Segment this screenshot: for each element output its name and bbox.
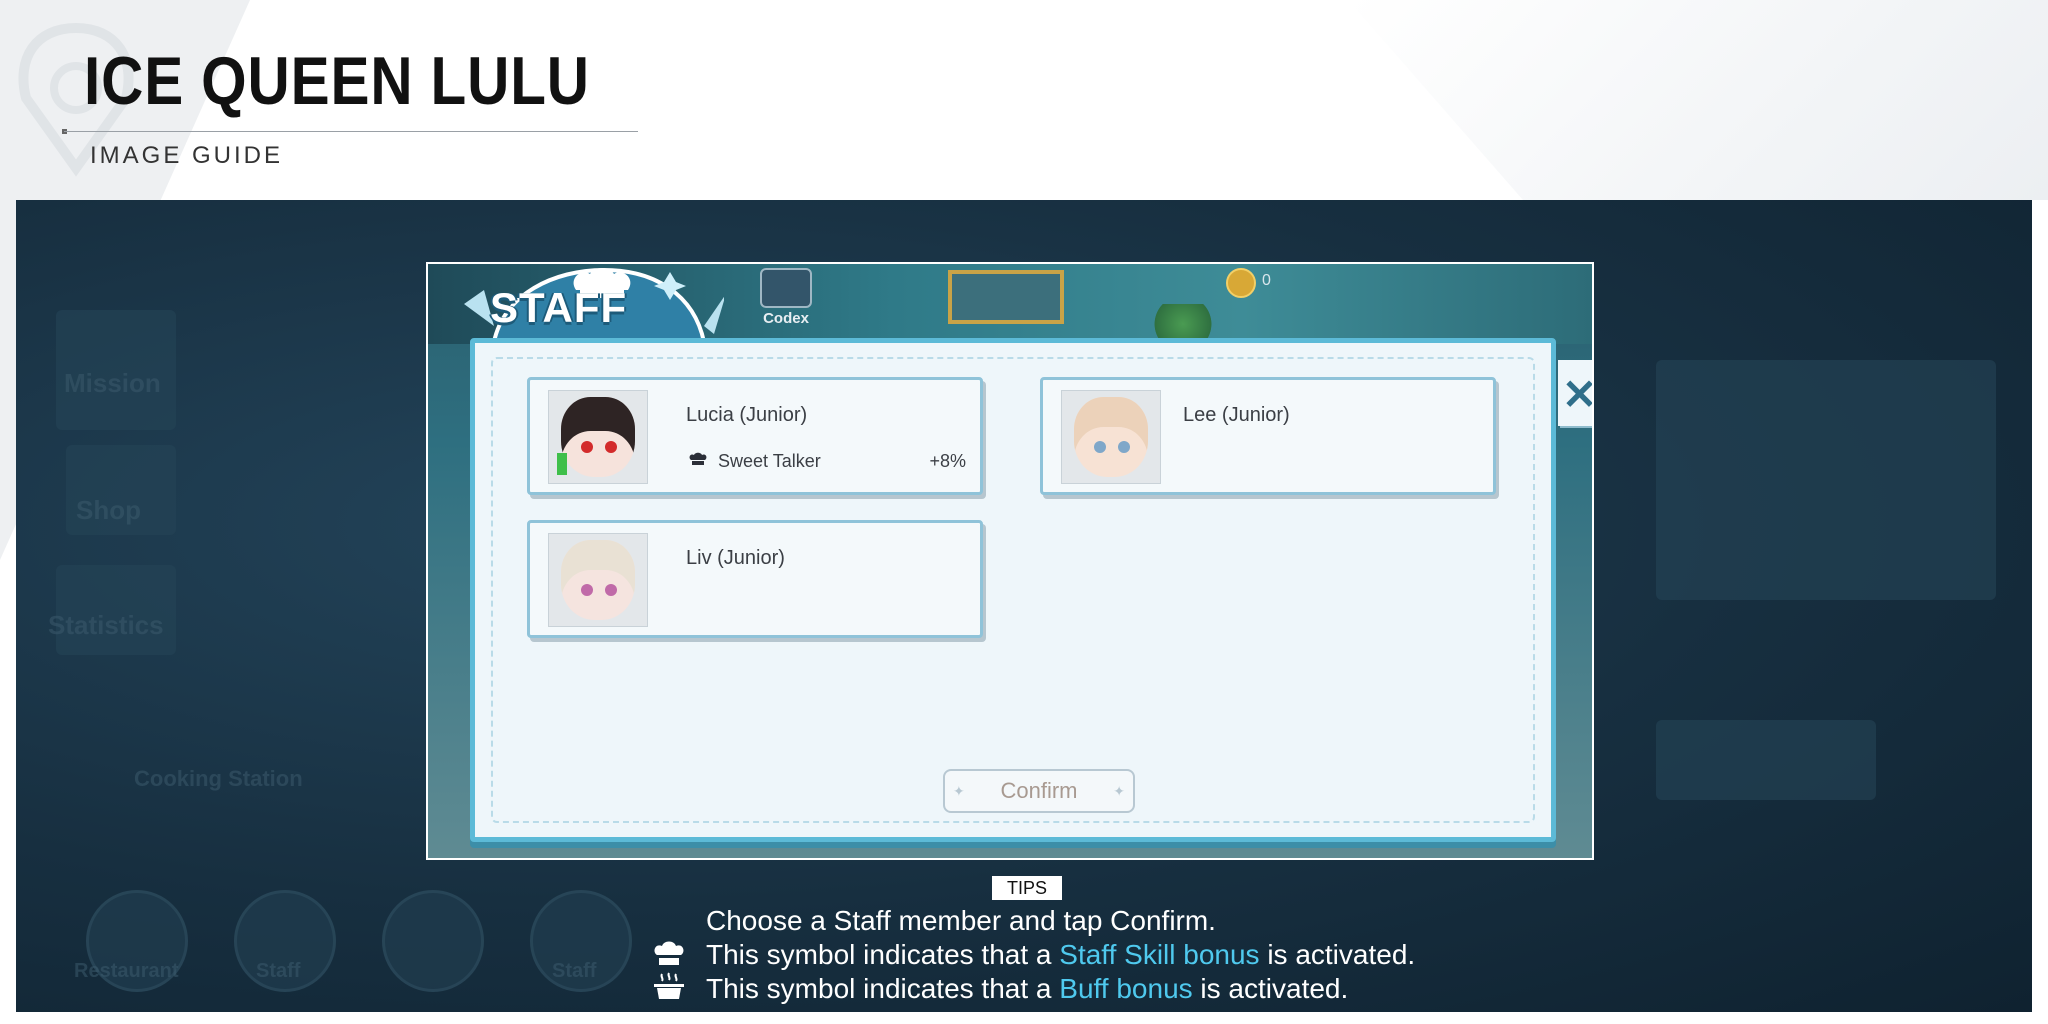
cooking-pot-icon (654, 972, 684, 999)
sparkle-icon: ✦ (1113, 783, 1125, 799)
staff-card-liv[interactable]: Liv (Junior) (527, 520, 983, 638)
staff-skill-bonus: +8% (929, 451, 966, 471)
menu-shop-label: Shop (76, 495, 141, 525)
staff-name: Lee (Junior) (1183, 404, 1290, 426)
liv-portrait (561, 540, 635, 620)
page-subtitle: IMAGE GUIDE (90, 142, 284, 169)
tip-line-3-text: This symbol indicates that a (706, 973, 1060, 1004)
tips-badge: TIPS (992, 876, 1062, 900)
staff-list-panel: Lucia (Junior) Sweet Talker +8% Lee (Jun… (470, 338, 1556, 842)
staff-skill-name: Sweet Talker (718, 451, 821, 471)
tip-line-3: This symbol indicates that a Buff bonus … (706, 973, 1348, 1005)
sparkle-icon: ✦ (953, 783, 965, 799)
coin-count: 0 (1262, 272, 1271, 289)
confirm-label: Confirm (1000, 778, 1078, 803)
buff-bonus-highlight: Buff bonus (1059, 973, 1193, 1004)
title-divider (64, 131, 638, 132)
header-background-shape-right (1348, 0, 2048, 200)
chef-hat-icon (654, 941, 684, 965)
level-up-arrow-icon (557, 453, 567, 475)
background-counter (1656, 720, 1876, 800)
chef-hat-icon (689, 452, 707, 465)
background-shelf (948, 270, 1064, 324)
menu-mission-label: Mission (64, 368, 161, 398)
tip-line-2: This symbol indicates that a Staff Skill… (706, 939, 1415, 971)
tip-line-2-end: is activated. (1259, 939, 1416, 970)
tip-line-1: Choose a Staff member and tap Confirm. (706, 905, 1216, 936)
menu-statistics-label: Statistics (48, 610, 164, 640)
lucia-portrait (561, 397, 635, 477)
confirm-button[interactable]: ✦ Confirm ✦ (943, 769, 1135, 813)
staff-card-lee[interactable]: Lee (Junior) (1040, 377, 1496, 495)
avatar-liv (548, 533, 648, 627)
lee-portrait (1074, 397, 1148, 477)
page-title: ICE QUEEN LULU (84, 43, 590, 119)
staff-dialog: Codex 0 STAFF Lucia (Junior) Sweet Talke… (426, 262, 1594, 860)
menu-cooking-station-label: Cooking Station (134, 766, 303, 791)
codex-button: Codex (746, 268, 826, 332)
tip-line-2-text: This symbol indicates that a (706, 939, 1060, 970)
staff-skill-bonus-highlight: Staff Skill bonus (1059, 939, 1260, 970)
tip-line-3-end: is activated. (1192, 973, 1349, 1004)
codex-book-icon (760, 268, 812, 308)
coin-counter: 0 (1218, 264, 1378, 300)
staff-name: Lucia (Junior) (686, 404, 808, 426)
menu-restaurant-label: Restaurant (74, 960, 179, 982)
staff-card-lucia[interactable]: Lucia (Junior) Sweet Talker +8% (527, 377, 983, 495)
lock-button-icon (382, 890, 484, 992)
close-button[interactable]: ✕ (1558, 360, 1594, 426)
staff-name: Liv (Junior) (686, 547, 785, 569)
avatar-lucia (548, 390, 648, 484)
close-icon: ✕ (1562, 371, 1594, 418)
menu-staff-alt-label: Staff (552, 960, 597, 982)
staff-banner-label: STAFF (490, 284, 628, 331)
background-furniture (1656, 360, 1996, 600)
coin-icon (1226, 268, 1256, 298)
menu-staff-label: Staff (256, 960, 301, 982)
avatar-lee (1061, 390, 1161, 484)
codex-label: Codex (763, 310, 809, 327)
